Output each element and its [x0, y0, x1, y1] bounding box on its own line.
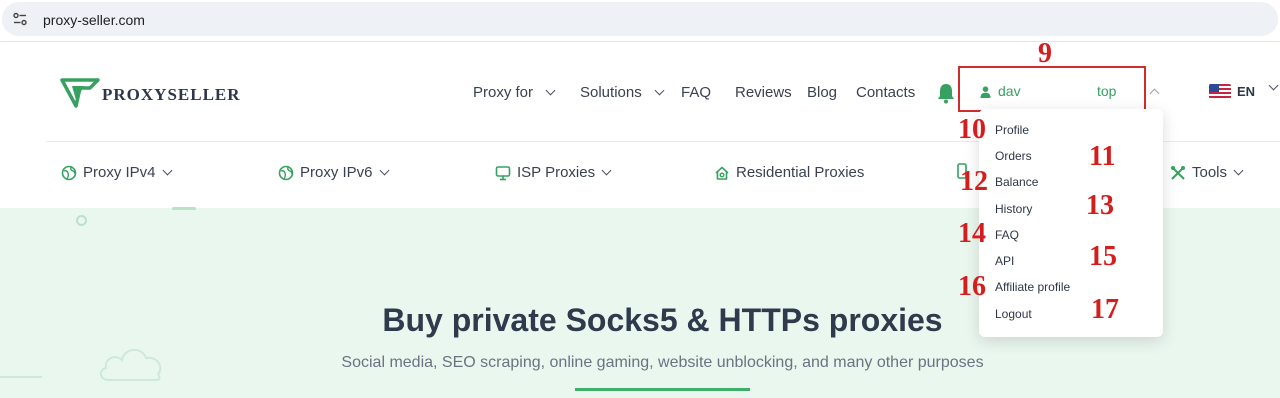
subnav-isp-proxies[interactable]: ISP Proxies	[495, 164, 612, 181]
user-icon	[980, 86, 991, 98]
decorative-line	[0, 376, 42, 378]
subnav-residential-proxies[interactable]: Residential Proxies	[714, 164, 864, 181]
nav-reviews[interactable]: Reviews	[735, 84, 792, 101]
subnav-label: Proxy IPv4	[83, 164, 156, 181]
annotation-marker-10: 10	[958, 114, 986, 145]
chevron-down-icon	[545, 85, 556, 96]
menu-item-logout[interactable]: Logout	[995, 307, 1032, 321]
us-flag-icon[interactable]	[1209, 84, 1231, 99]
nav-label: Proxy for	[473, 84, 534, 101]
user-account-button[interactable]: dav top	[958, 66, 1146, 112]
annotation-marker-15: 15	[1089, 241, 1117, 272]
hero-underline	[575, 388, 750, 391]
subnav-label: Residential Proxies	[736, 164, 865, 181]
language-selector[interactable]: EN	[1237, 84, 1255, 99]
menu-item-affiliate-profile[interactable]: Affiliate profile	[995, 280, 1070, 294]
nav-contacts[interactable]: Contacts	[856, 84, 915, 101]
subnav-label: Tools	[1192, 164, 1228, 181]
annotation-marker-13: 13	[1086, 190, 1114, 221]
annotation-marker-12: 12	[960, 166, 988, 197]
annotation-marker-16: 16	[958, 271, 986, 302]
nav-label: Blog	[807, 84, 838, 101]
globe-icon	[61, 165, 77, 180]
nav-label: Contacts	[856, 84, 916, 101]
monitor-icon	[495, 165, 511, 180]
globe-icon	[278, 165, 294, 180]
subnav-label: ISP Proxies	[517, 164, 596, 181]
user-name-tail: top	[1097, 83, 1117, 99]
chevron-down-icon	[379, 165, 389, 176]
nav-proxy-for[interactable]: Proxy for	[473, 84, 556, 101]
annotation-marker-17: 17	[1091, 294, 1119, 325]
menu-item-api[interactable]: API	[995, 254, 1014, 268]
bell-icon[interactable]	[936, 82, 956, 104]
subnav-tools[interactable]: Tools	[1170, 164, 1244, 181]
proxyseller-logo-icon[interactable]	[60, 76, 100, 110]
decorative-bar	[172, 207, 196, 210]
annotation-marker-11: 11	[1089, 141, 1116, 172]
site-settings-icon[interactable]	[12, 11, 28, 27]
url-field[interactable]: proxy-seller.com	[2, 2, 1278, 36]
user-name: dav	[998, 83, 1021, 99]
tools-icon	[1171, 165, 1185, 180]
menu-item-orders[interactable]: Orders	[995, 149, 1032, 163]
chevron-down-icon	[654, 85, 665, 96]
annotation-marker-14: 14	[958, 218, 986, 249]
subnav-label: Proxy IPv6	[300, 164, 373, 181]
decorative-circle	[76, 215, 87, 226]
chevron-down-icon	[1233, 165, 1244, 176]
chevron-down-icon	[162, 165, 172, 176]
menu-item-faq[interactable]: FAQ	[995, 228, 1019, 242]
nav-solutions[interactable]: Solutions	[580, 84, 665, 101]
nav-label: Reviews	[735, 84, 792, 101]
nav-label: FAQ	[681, 84, 712, 101]
subnav-proxy-ipv6[interactable]: Proxy IPv6	[278, 164, 389, 181]
browser-address-bar: proxy-seller.com	[0, 0, 1280, 42]
hero-subtitle: Social media, SEO scraping, online gamin…	[341, 354, 984, 371]
url-text: proxy-seller.com	[43, 12, 145, 28]
nav-faq[interactable]: FAQ	[681, 84, 711, 101]
annotation-marker-9: 9	[1038, 38, 1052, 69]
user-menu-dropdown: Profile Orders Balance History FAQ API A…	[979, 109, 1163, 337]
home-icon	[715, 166, 729, 180]
subnav-proxy-ipv4[interactable]: Proxy IPv4	[61, 164, 172, 181]
menu-item-profile[interactable]: Profile	[995, 123, 1029, 137]
menu-item-history[interactable]: History	[995, 202, 1032, 216]
logo-text[interactable]: PROXYSELLER	[102, 85, 241, 105]
menu-item-balance[interactable]: Balance	[995, 175, 1038, 189]
chevron-down-icon	[601, 165, 612, 176]
nav-label: Solutions	[580, 84, 642, 101]
nav-blog[interactable]: Blog	[807, 84, 837, 101]
